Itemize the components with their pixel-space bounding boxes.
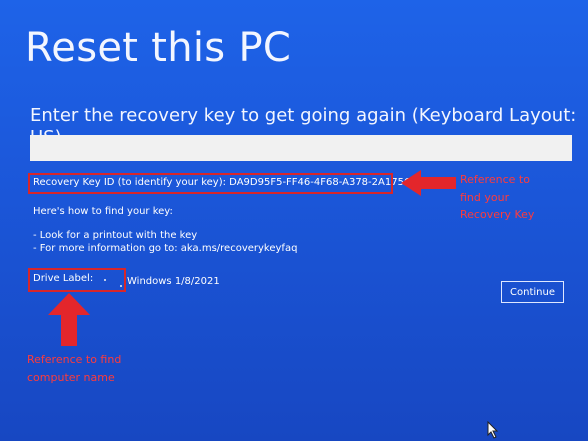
- drive-label-date: Windows 1/8/2021: [127, 276, 220, 287]
- instructions-heading: Here's how to find your key:: [33, 206, 173, 217]
- mouse-pointer-icon: [487, 421, 499, 439]
- red-arrow-left-icon: [401, 170, 456, 196]
- drive-label-highlight-box: [28, 268, 126, 292]
- annotation-line: Reference to find: [27, 353, 122, 366]
- page-title: Reset this PC: [25, 25, 292, 71]
- computer-name-reference-annotation: Reference to find computer name: [27, 351, 121, 386]
- annotation-line: computer name: [27, 370, 115, 384]
- instruction-item: - For more information go to: aka.ms/rec…: [33, 243, 298, 254]
- bitlocker-recovery-screen: Reset this PC Enter the recovery key to …: [0, 0, 588, 441]
- recovery-key-reference-annotation: Reference to find your Recovery Key: [460, 171, 534, 224]
- annotation-line: find your: [460, 190, 510, 204]
- annotation-line: Reference to: [460, 173, 530, 186]
- continue-button[interactable]: Continue: [501, 281, 564, 303]
- instruction-item: - Look for a printout with the key: [33, 230, 198, 241]
- red-arrow-up-icon: [48, 293, 90, 346]
- recovery-key-id-highlight-box: [28, 173, 393, 194]
- recovery-key-input[interactable]: [30, 135, 572, 161]
- annotation-line: Recovery Key: [460, 208, 535, 222]
